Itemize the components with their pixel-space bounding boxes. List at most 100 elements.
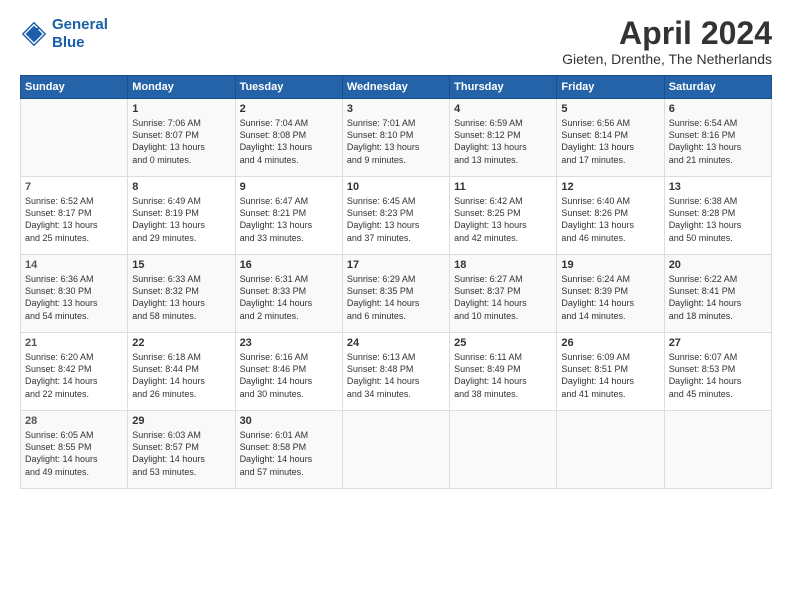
calendar-body: 1 Sunrise: 7:06 AM Sunset: 8:07 PM Daylig…: [21, 99, 772, 489]
day-content: Sunrise: 6:11 AM Sunset: 8:49 PM Dayligh…: [454, 351, 552, 400]
day-content: Sunrise: 6:42 AM Sunset: 8:25 PM Dayligh…: [454, 195, 552, 244]
calendar-cell: 29 Sunrise: 6:03 AM Sunset: 8:57 PM Dayli…: [128, 411, 235, 489]
month-title: April 2024: [562, 16, 772, 51]
day-number: 4: [454, 103, 552, 115]
calendar-cell: [450, 411, 557, 489]
day-content: Sunrise: 6:13 AM Sunset: 8:48 PM Dayligh…: [347, 351, 445, 400]
header-row: Sunday Monday Tuesday Wednesday Thursday…: [21, 76, 772, 99]
day-number: 8: [132, 181, 230, 193]
calendar-cell: 30 Sunrise: 6:01 AM Sunset: 8:58 PM Dayli…: [235, 411, 342, 489]
day-content: Sunrise: 6:01 AM Sunset: 8:58 PM Dayligh…: [240, 429, 338, 478]
day-content: Sunrise: 6:45 AM Sunset: 8:23 PM Dayligh…: [347, 195, 445, 244]
day-content: Sunrise: 6:07 AM Sunset: 8:53 PM Dayligh…: [669, 351, 767, 400]
calendar-cell: 9Sunrise: 6:47 AM Sunset: 8:21 PM Daylig…: [235, 177, 342, 255]
calendar-cell: 1 Sunrise: 7:06 AM Sunset: 8:07 PM Daylig…: [128, 99, 235, 177]
day-number: 2: [240, 103, 338, 115]
day-number: 30: [240, 415, 338, 427]
calendar-cell: 4 Sunrise: 6:59 AM Sunset: 8:12 PM Daylig…: [450, 99, 557, 177]
calendar-cell: 24 Sunrise: 6:13 AM Sunset: 8:48 PM Dayli…: [342, 333, 449, 411]
calendar-cell: 12Sunrise: 6:40 AM Sunset: 8:26 PM Dayli…: [557, 177, 664, 255]
calendar-cell: 18 Sunrise: 6:27 AM Sunset: 8:37 PM Dayli…: [450, 255, 557, 333]
day-number: 18: [454, 259, 552, 271]
col-sunday: Sunday: [21, 76, 128, 99]
col-saturday: Saturday: [664, 76, 771, 99]
day-number: 12: [561, 181, 659, 193]
day-number: 29: [132, 415, 230, 427]
day-number: 15: [132, 259, 230, 271]
day-content: Sunrise: 6:09 AM Sunset: 8:51 PM Dayligh…: [561, 351, 659, 400]
calendar-cell: 26 Sunrise: 6:09 AM Sunset: 8:51 PM Dayli…: [557, 333, 664, 411]
day-number: 27: [669, 337, 767, 349]
logo-line1: General: [52, 16, 108, 33]
calendar-cell: 2 Sunrise: 7:04 AM Sunset: 8:08 PM Daylig…: [235, 99, 342, 177]
calendar-cell: 6 Sunrise: 6:54 AM Sunset: 8:16 PM Daylig…: [664, 99, 771, 177]
calendar-week-2: 14 Sunrise: 6:36 AM Sunset: 8:30 PM Dayli…: [21, 255, 772, 333]
logo-icon: [20, 20, 48, 48]
day-content: Sunrise: 7:06 AM Sunset: 8:07 PM Dayligh…: [132, 117, 230, 166]
day-number: 19: [561, 259, 659, 271]
day-number: 1: [132, 103, 230, 115]
day-content: Sunrise: 6:59 AM Sunset: 8:12 PM Dayligh…: [454, 117, 552, 166]
calendar-cell: 14 Sunrise: 6:36 AM Sunset: 8:30 PM Dayli…: [21, 255, 128, 333]
calendar-cell: 27 Sunrise: 6:07 AM Sunset: 8:53 PM Dayli…: [664, 333, 771, 411]
day-number: 24: [347, 337, 445, 349]
day-number: 25: [454, 337, 552, 349]
calendar-cell: 7Sunrise: 6:52 AM Sunset: 8:17 PM Daylig…: [21, 177, 128, 255]
logo-text: General Blue: [52, 16, 108, 52]
calendar-week-4: 28 Sunrise: 6:05 AM Sunset: 8:55 PM Dayli…: [21, 411, 772, 489]
calendar-header: Sunday Monday Tuesday Wednesday Thursday…: [21, 76, 772, 99]
calendar-cell: 23Sunrise: 6:16 AM Sunset: 8:46 PM Dayli…: [235, 333, 342, 411]
day-content: Sunrise: 6:33 AM Sunset: 8:32 PM Dayligh…: [132, 273, 230, 322]
day-content: Sunrise: 6:24 AM Sunset: 8:39 PM Dayligh…: [561, 273, 659, 322]
day-content: Sunrise: 6:52 AM Sunset: 8:17 PM Dayligh…: [25, 195, 123, 244]
day-number: 14: [25, 259, 123, 271]
col-wednesday: Wednesday: [342, 76, 449, 99]
day-content: Sunrise: 6:03 AM Sunset: 8:57 PM Dayligh…: [132, 429, 230, 478]
calendar-cell: 13 Sunrise: 6:38 AM Sunset: 8:28 PM Dayli…: [664, 177, 771, 255]
calendar-cell: 28 Sunrise: 6:05 AM Sunset: 8:55 PM Dayli…: [21, 411, 128, 489]
title-block: April 2024 Gieten, Drenthe, The Netherla…: [562, 16, 772, 67]
calendar-table: Sunday Monday Tuesday Wednesday Thursday…: [20, 75, 772, 489]
day-content: Sunrise: 6:47 AM Sunset: 8:21 PM Dayligh…: [240, 195, 338, 244]
logo-line2: Blue: [52, 34, 85, 51]
calendar-cell: 19 Sunrise: 6:24 AM Sunset: 8:39 PM Dayli…: [557, 255, 664, 333]
day-content: Sunrise: 6:16 AM Sunset: 8:46 PM Dayligh…: [240, 351, 338, 400]
day-number: 17: [347, 259, 445, 271]
calendar-cell: [21, 99, 128, 177]
day-content: Sunrise: 7:01 AM Sunset: 8:10 PM Dayligh…: [347, 117, 445, 166]
day-number: 3: [347, 103, 445, 115]
col-monday: Monday: [128, 76, 235, 99]
day-content: Sunrise: 7:04 AM Sunset: 8:08 PM Dayligh…: [240, 117, 338, 166]
day-number: 5: [561, 103, 659, 115]
day-content: Sunrise: 6:54 AM Sunset: 8:16 PM Dayligh…: [669, 117, 767, 166]
day-number: 13: [669, 181, 767, 193]
day-content: Sunrise: 6:27 AM Sunset: 8:37 PM Dayligh…: [454, 273, 552, 322]
day-content: Sunrise: 6:22 AM Sunset: 8:41 PM Dayligh…: [669, 273, 767, 322]
day-number: 16: [240, 259, 338, 271]
calendar-week-3: 21Sunrise: 6:20 AM Sunset: 8:42 PM Dayli…: [21, 333, 772, 411]
location-subtitle: Gieten, Drenthe, The Netherlands: [562, 51, 772, 67]
day-content: Sunrise: 6:31 AM Sunset: 8:33 PM Dayligh…: [240, 273, 338, 322]
calendar-cell: 20 Sunrise: 6:22 AM Sunset: 8:41 PM Dayli…: [664, 255, 771, 333]
calendar-cell: 22Sunrise: 6:18 AM Sunset: 8:44 PM Dayli…: [128, 333, 235, 411]
calendar-cell: 25 Sunrise: 6:11 AM Sunset: 8:49 PM Dayli…: [450, 333, 557, 411]
day-number: 28: [25, 415, 123, 427]
col-thursday: Thursday: [450, 76, 557, 99]
day-content: Sunrise: 6:38 AM Sunset: 8:28 PM Dayligh…: [669, 195, 767, 244]
calendar-cell: 15 Sunrise: 6:33 AM Sunset: 8:32 PM Dayli…: [128, 255, 235, 333]
day-number: 20: [669, 259, 767, 271]
day-content: Sunrise: 6:49 AM Sunset: 8:19 PM Dayligh…: [132, 195, 230, 244]
day-number: 22: [132, 337, 230, 349]
calendar-cell: 11 Sunrise: 6:42 AM Sunset: 8:25 PM Dayli…: [450, 177, 557, 255]
day-number: 10: [347, 181, 445, 193]
day-content: Sunrise: 6:05 AM Sunset: 8:55 PM Dayligh…: [25, 429, 123, 478]
calendar-cell: [664, 411, 771, 489]
day-content: Sunrise: 6:56 AM Sunset: 8:14 PM Dayligh…: [561, 117, 659, 166]
day-number: 26: [561, 337, 659, 349]
day-number: 6: [669, 103, 767, 115]
day-number: 11: [454, 181, 552, 193]
col-tuesday: Tuesday: [235, 76, 342, 99]
day-content: Sunrise: 6:36 AM Sunset: 8:30 PM Dayligh…: [25, 273, 123, 322]
calendar-cell: 17Sunrise: 6:29 AM Sunset: 8:35 PM Dayli…: [342, 255, 449, 333]
calendar-cell: 5 Sunrise: 6:56 AM Sunset: 8:14 PM Daylig…: [557, 99, 664, 177]
